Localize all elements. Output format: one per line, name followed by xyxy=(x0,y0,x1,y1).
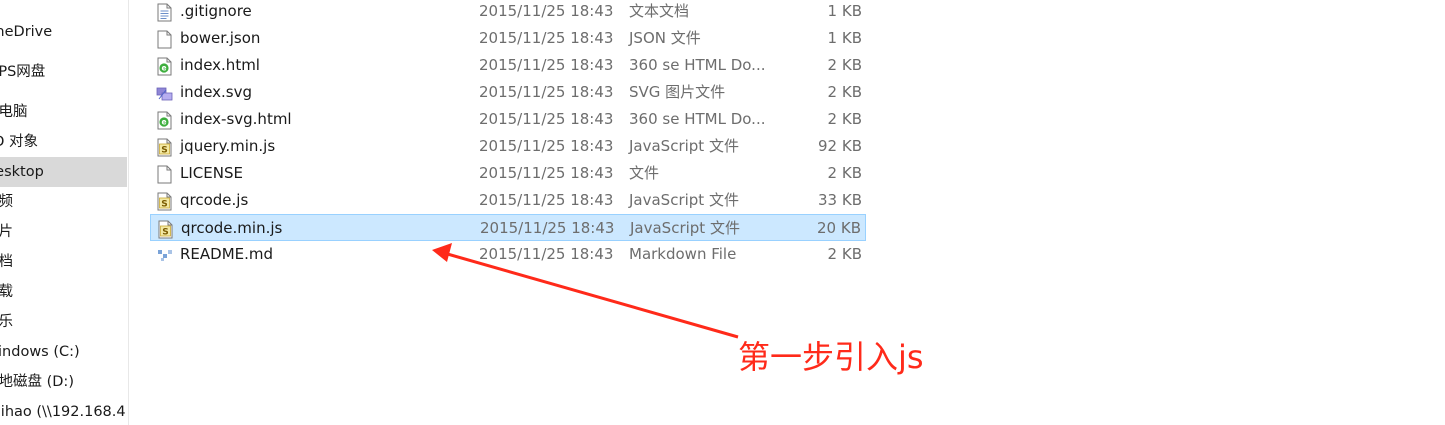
annotation-label: 第一步引入js xyxy=(738,338,924,376)
file-explorer: OneDriveWPS网盘此电脑3D 对象Desktop视频图片文档下载音乐Wi… xyxy=(0,0,1445,425)
annotation-arrow xyxy=(432,243,739,339)
